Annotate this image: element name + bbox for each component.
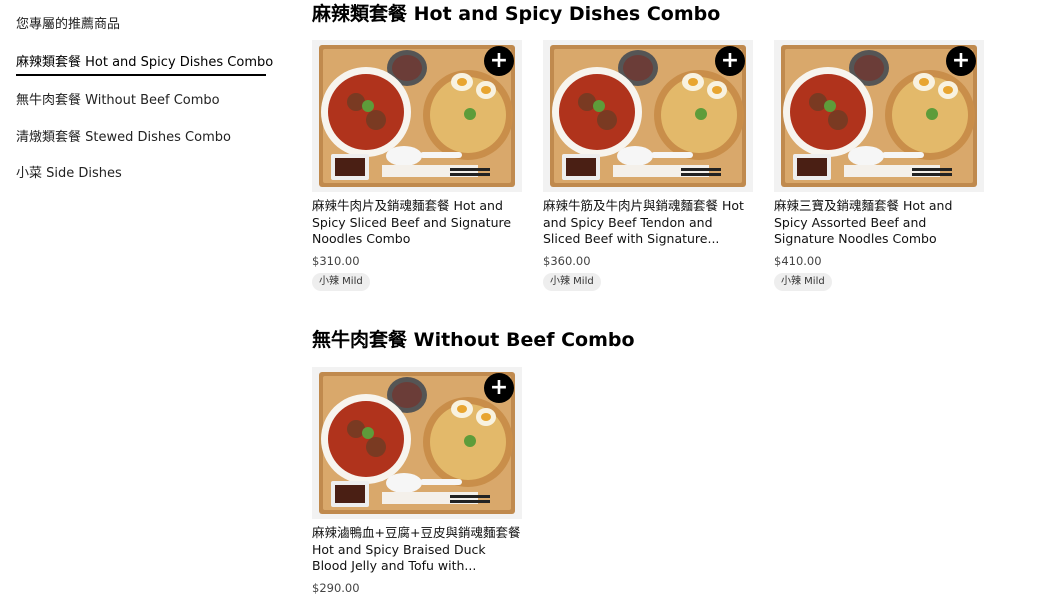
section-title: 麻辣類套餐 Hot and Spicy Dishes Combo bbox=[312, 3, 721, 25]
sidebar-item-label: 無牛肉套餐 Without Beef Combo bbox=[16, 93, 220, 108]
menu-item-price: $310.00 bbox=[312, 254, 360, 268]
sidebar-item-side-dishes[interactable]: 小菜 Side Dishes bbox=[16, 165, 122, 183]
menu-item-name: 麻辣三寶及銷魂麵套餐 Hot and Spicy Assorted Beef a… bbox=[774, 198, 953, 246]
menu-item-name: 麻辣牛肉片及銷魂麵套餐 Hot and Spicy Sliced Beef an… bbox=[312, 198, 512, 246]
active-indicator bbox=[16, 74, 266, 76]
menu-item-price: $290.00 bbox=[312, 581, 360, 595]
sidebar-item-stewed[interactable]: 清燉類套餐 Stewed Dishes Combo bbox=[16, 129, 231, 147]
section-title: 無牛肉套餐 Without Beef Combo bbox=[312, 329, 635, 351]
add-to-cart-button[interactable]: + bbox=[484, 46, 514, 76]
spice-level-badge: 小辣 Mild bbox=[774, 273, 832, 291]
sidebar-item-label: 您專屬的推薦商品 bbox=[16, 17, 121, 32]
sidebar-item-label: 清燉類套餐 Stewed Dishes Combo bbox=[16, 130, 231, 145]
sidebar-item-recommended[interactable]: 您專屬的推薦商品 bbox=[16, 16, 120, 34]
spice-level-badge: 小辣 Mild bbox=[312, 273, 370, 291]
sidebar-item-label: 小菜 Side Dishes bbox=[16, 166, 122, 181]
menu-item-price: $410.00 bbox=[774, 254, 822, 268]
spice-level-badge: 小辣 Mild bbox=[543, 273, 601, 291]
add-to-cart-button[interactable]: + bbox=[715, 46, 745, 76]
add-to-cart-button[interactable]: + bbox=[484, 373, 514, 403]
menu-item-name: 麻辣牛筋及牛肉片與銷魂麵套餐 Hot and Spicy Beef Tendon… bbox=[543, 198, 744, 246]
sidebar-item-label: 麻辣類套餐 Hot and Spicy Dishes Combo bbox=[16, 55, 274, 70]
sidebar-item-hot-and-spicy[interactable]: 麻辣類套餐 Hot and Spicy Dishes Combo bbox=[16, 54, 274, 76]
menu-item-price: $360.00 bbox=[543, 254, 591, 268]
sidebar-item-without-beef[interactable]: 無牛肉套餐 Without Beef Combo bbox=[16, 92, 220, 110]
page: 您專屬的推薦商品 麻辣類套餐 Hot and Spicy Dishes Comb… bbox=[0, 0, 1060, 596]
add-to-cart-button[interactable]: + bbox=[946, 46, 976, 76]
menu-item-name: 麻辣滷鴨血+豆腐+豆皮與銷魂麵套餐 Hot and Spicy Braised … bbox=[312, 525, 521, 573]
